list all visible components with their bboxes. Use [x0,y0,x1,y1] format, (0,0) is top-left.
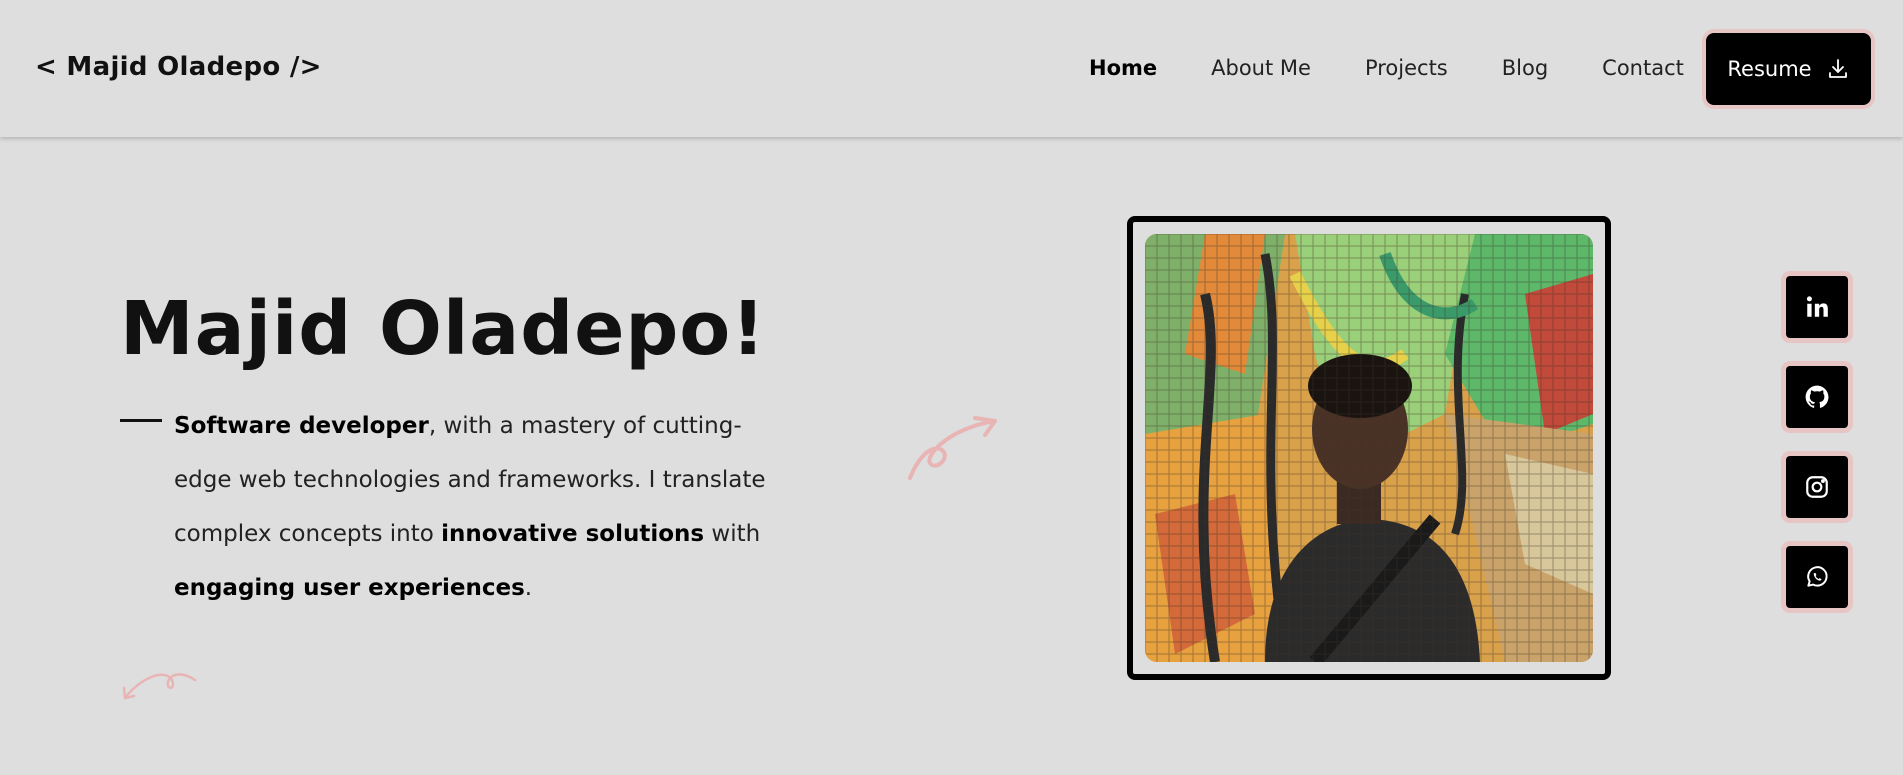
resume-button[interactable]: Resume [1706,33,1871,105]
nav-projects[interactable]: Projects [1365,56,1448,80]
profile-photo [1145,234,1593,662]
nav-blog[interactable]: Blog [1502,56,1548,80]
download-icon [1828,59,1847,78]
whatsapp-link[interactable] [1786,546,1848,608]
nav-home[interactable]: Home [1089,56,1157,80]
hero-bio: Software developer, with a mastery of cu… [174,399,784,615]
github-link[interactable] [1786,366,1848,428]
github-icon [1805,385,1829,408]
main-nav: Home About Me Projects Blog Contact [1089,56,1738,80]
site-logo[interactable]: < Majid Oladepo /> [35,52,322,82]
bio-highlight-2: innovative solutions [441,521,705,547]
site-header: < Majid Oladepo /> Home About Me Project… [0,0,1903,137]
resume-label: Resume [1727,57,1812,81]
nav-about-me[interactable]: About Me [1211,56,1311,80]
linkedin-icon [1806,296,1828,317]
social-links [1786,276,1848,636]
bio-dash [120,419,162,422]
bio-highlight-1: Software developer [174,413,429,439]
decorative-arrow-up [908,416,997,480]
profile-photo-frame [1127,216,1611,680]
decorative-arrow-down [122,673,197,700]
instagram-link[interactable] [1786,456,1848,518]
mosaic-portrait-image [1145,234,1593,662]
instagram-icon [1806,476,1828,498]
bio-highlight-3: engaging user experiences [174,575,525,601]
whatsapp-icon [1807,566,1828,587]
bio-text-2: with [704,521,761,547]
hero-title: Majid Oladepo! [120,286,766,372]
linkedin-link[interactable] [1786,276,1848,338]
bio-text-3: . [524,575,533,601]
nav-contact[interactable]: Contact [1602,56,1684,80]
